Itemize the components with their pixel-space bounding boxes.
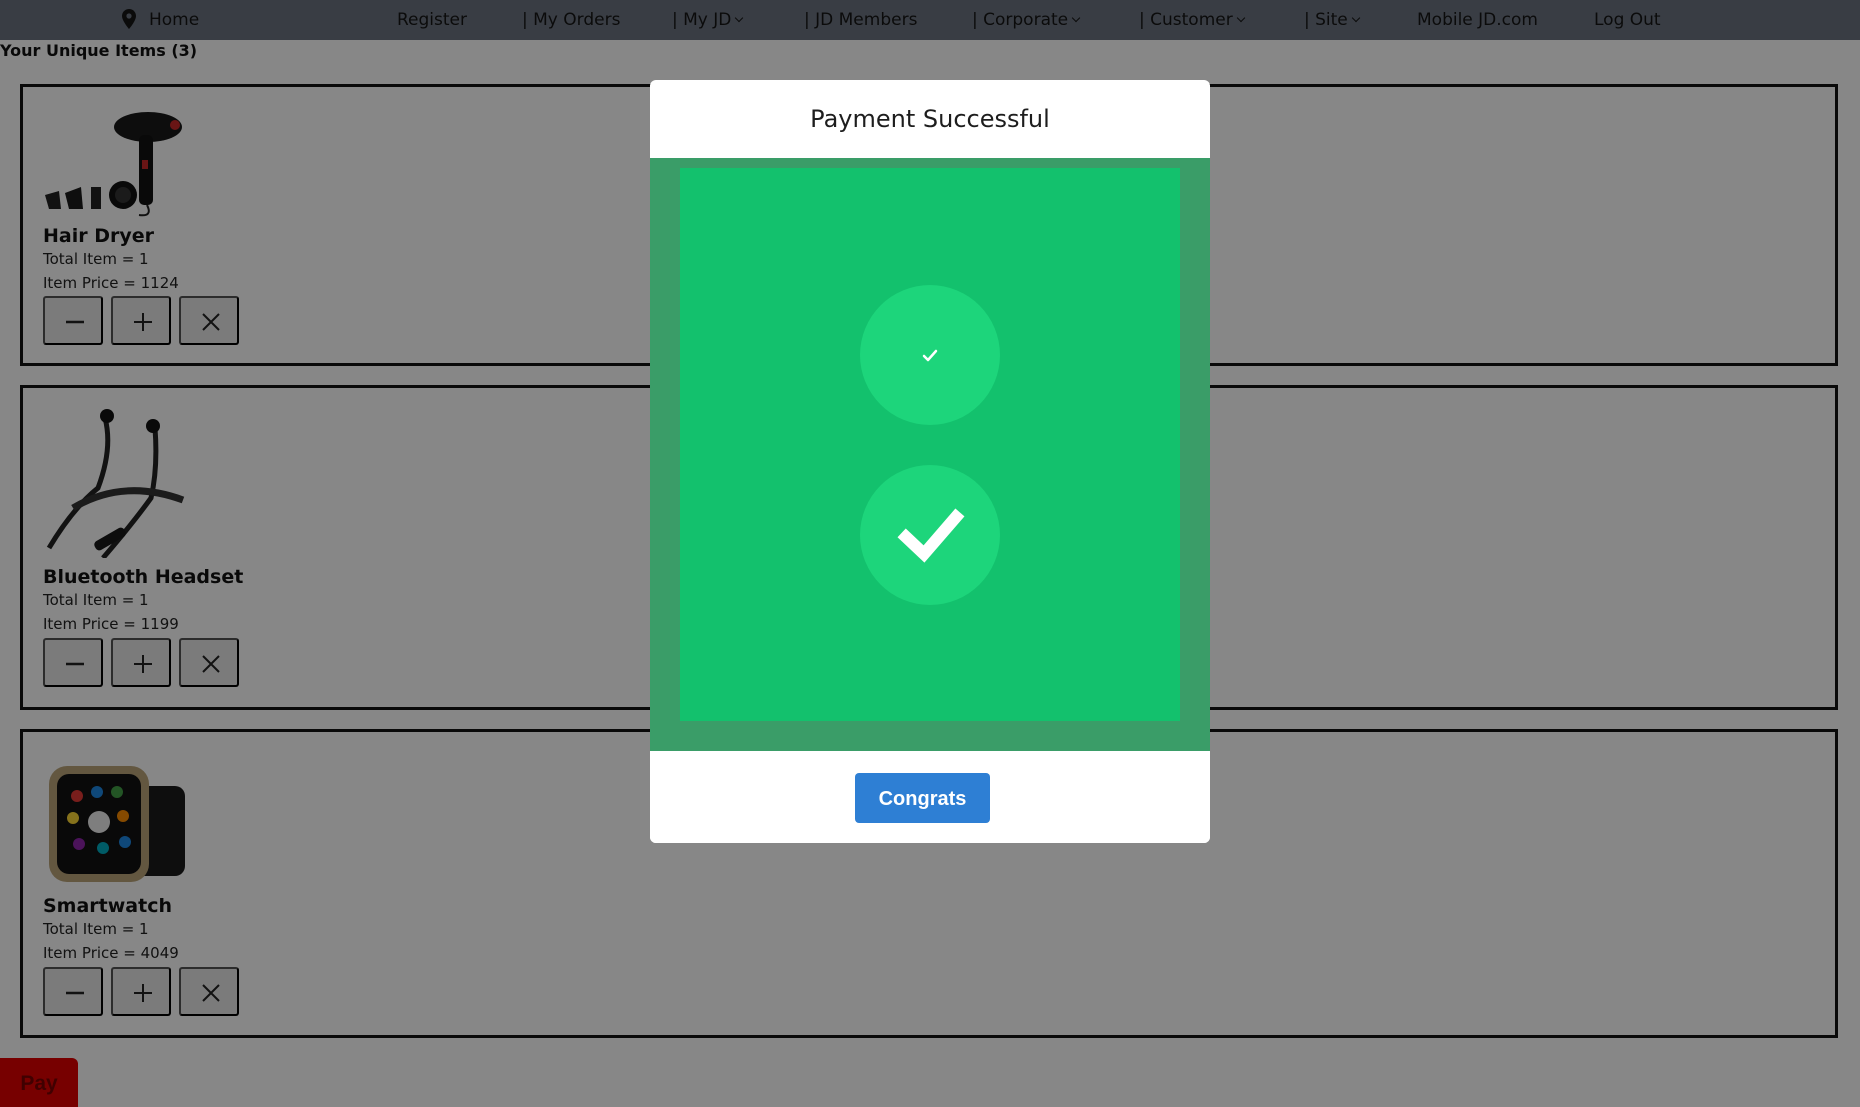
small-checkmark-icon xyxy=(922,349,938,362)
modal-body xyxy=(650,158,1210,751)
modal-footer: Congrats xyxy=(650,751,1210,843)
success-panel xyxy=(680,168,1180,721)
payment-success-modal: Payment Successful Congrats xyxy=(650,80,1210,843)
checkmark-icon xyxy=(897,508,965,563)
small-check-badge xyxy=(860,285,1000,425)
congrats-button[interactable]: Congrats xyxy=(855,773,990,823)
large-check-badge xyxy=(860,465,1000,605)
modal-title: Payment Successful xyxy=(810,105,1050,133)
